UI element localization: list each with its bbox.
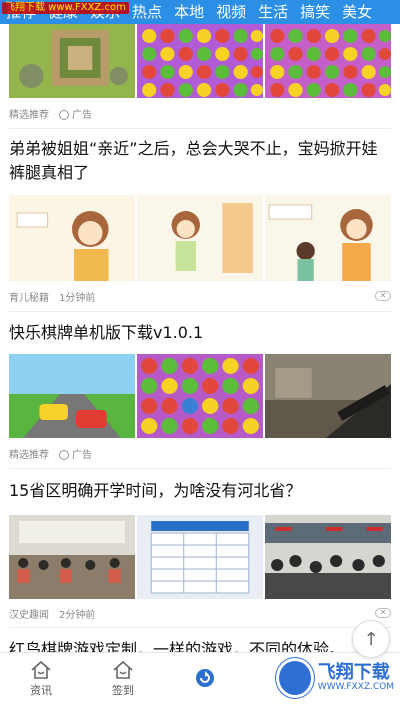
feed-item-meta: 精选推荐 广告 [0,438,400,468]
feed-item-ad[interactable]: 快乐棋牌单机版下载v1.0.1 精选推荐 广告 [0,312,400,468]
tab-life[interactable]: 生活 [252,0,294,24]
brand-logo-icon [276,658,314,698]
article-thumbnail-cartoon-3[interactable] [265,195,391,281]
nav-label: 签到 [112,683,134,697]
dismiss-button[interactable]: ✕ [375,608,391,618]
tab-video[interactable]: 视频 [210,0,252,24]
article-thumbnail-cartoon-2[interactable] [137,195,263,281]
source-label: 精选推荐 [9,109,49,121]
tab-beauty[interactable]: 美女 [336,0,378,24]
article-title[interactable]: 15省区明确开学时间，为啥没有河北省？ [0,469,400,509]
feed-item-meta: 精选推荐 广告 [0,98,400,128]
feed-item-article[interactable]: 弟弟被姐姐“亲近”之后，总会大哭不止，宝妈掀开娃裤腿真相了 育儿秘籍 1分钟前 … [0,129,400,311]
game-thumbnail-racing[interactable] [9,354,135,438]
source-label: 精选推荐 [9,449,49,461]
refresh-icon [196,668,214,687]
news-feed[interactable]: 精选推荐 广告 弟弟被姐姐“亲近”之后，总会大哭不止，宝妈掀开娃裤腿真相了 育儿… [0,24,400,652]
brand-name: 飞翔下载 [317,662,390,683]
article-image-row[interactable] [0,195,400,281]
feed-item-meta: 汉史趣闻 2分钟前 ✕ [0,599,400,627]
time-label: 1分钟前 [59,292,96,304]
source-label: 汉史趣闻 [9,609,49,621]
ad-icon [59,449,69,460]
brand-url: WWW.FXXZ.COM [317,682,394,692]
article-image-row[interactable] [0,515,400,599]
tab-local[interactable]: 本地 [168,0,210,24]
article-title[interactable]: 弟弟被姐姐“亲近”之后，总会大哭不止，宝妈掀开娃裤腿真相了 [0,129,400,189]
nav-label: 资讯 [30,683,52,697]
game-thumbnail-fruit[interactable] [265,24,391,98]
dismiss-button[interactable]: ✕ [375,291,391,301]
game-thumbnail-maze[interactable] [9,24,135,98]
ad-tag: 广告 [59,106,92,121]
game-thumbnail-shooter[interactable] [265,354,391,438]
game-thumbnail-match[interactable] [137,24,263,98]
ad-title[interactable]: 红鸟棋牌游戏定制，一样的游戏，不同的体验。 [0,628,400,652]
home-icon [31,660,51,679]
tab-funny[interactable]: 搞笑 [294,0,336,24]
time-label: 2分钟前 [59,609,96,621]
nav-item-refresh[interactable] [164,653,246,704]
scroll-to-top-button[interactable]: ↑ [352,620,390,658]
ad-tag: 广告 [59,446,92,461]
home-icon [113,660,133,679]
nav-item-checkin[interactable]: 签到 [82,653,164,704]
ad-icon [59,109,69,120]
brand-watermark-logo: 飞翔下载 WWW.FXXZ.COM [276,656,394,700]
ad-image-row[interactable] [0,24,400,98]
tab-hot[interactable]: 热点 [126,0,168,24]
ad-title[interactable]: 快乐棋牌单机版下载v1.0.1 [0,312,400,348]
ad-image-row[interactable] [0,354,400,438]
nav-item-news[interactable]: 资讯 [0,653,82,704]
article-thumbnail-classroom[interactable] [9,515,135,599]
feed-item-article[interactable]: 15省区明确开学时间，为啥没有河北省？ 汉史趣闻 2分钟前 ✕ [0,469,400,627]
watermark-logo: 飞翔下载 www.FXXZ.com [2,2,129,14]
source-label: 育儿秘籍 [9,292,49,304]
arrow-up-icon: ↑ [363,628,379,650]
article-thumbnail-table[interactable] [137,515,263,599]
feed-item-meta: 育儿秘籍 1分钟前 ✕ [0,281,400,311]
game-thumbnail-fruit-match[interactable] [137,354,263,438]
article-thumbnail-crowd[interactable] [265,515,391,599]
article-thumbnail-cartoon-1[interactable] [9,195,135,281]
